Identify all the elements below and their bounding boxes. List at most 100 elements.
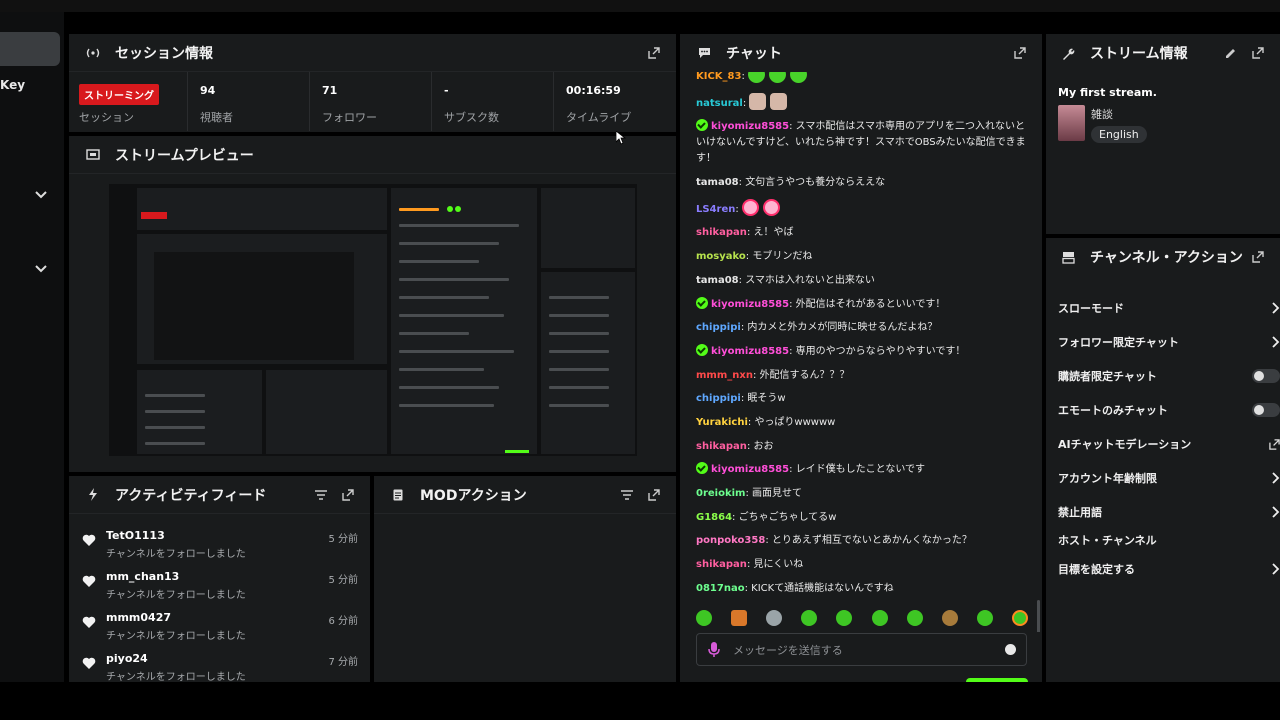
activity-feed-panel: アクティビティフィード TetO1113 チャンネルをフォローしました 5 分前…: [69, 476, 370, 683]
chat-text: スマホは入れないと出来ない: [745, 274, 875, 286]
verified-badge-icon: [696, 296, 708, 309]
emote-icon[interactable]: [1011, 610, 1028, 626]
verified-badge-icon: [696, 462, 708, 475]
filter-icon[interactable]: [314, 488, 327, 501]
toggle-switch[interactable]: [1252, 403, 1280, 417]
stream-preview-video[interactable]: [109, 184, 637, 456]
chevron-down-icon[interactable]: [34, 188, 48, 202]
channel-actions-panel: チャンネル・アクション スローモード フォロワー限定チャット 購読者限定チャット エモ…: [1046, 238, 1280, 682]
channel-action-label: スローモード: [1058, 302, 1124, 315]
channel-action-label: フォロワー限定チャット: [1058, 336, 1179, 349]
chat-message: shikapan: おお: [680, 439, 1042, 455]
stat-value: 00:16:59: [566, 84, 621, 97]
chat-username[interactable]: ponpoko358: [696, 535, 765, 546]
chat-username[interactable]: 0reiokim: [696, 488, 745, 499]
channel-action-item[interactable]: エモートのみチャット: [1058, 402, 1280, 418]
popout-icon[interactable]: [647, 46, 660, 59]
filter-icon[interactable]: [620, 488, 633, 501]
chat-username[interactable]: shikapan: [696, 441, 747, 452]
chat-message: 0reiokim: 画面見せて: [680, 486, 1042, 502]
channel-action-item[interactable]: 目標を設定する: [1058, 561, 1280, 577]
chat-message: natsural:: [680, 92, 1042, 112]
channel-action-item[interactable]: 禁止用語: [1058, 504, 1280, 520]
channel-action-item[interactable]: アカウント年齢制限: [1058, 470, 1280, 486]
stat-label: タイムライブ: [566, 111, 632, 124]
channel-action-item[interactable]: ホスト・チャンネル: [1058, 532, 1280, 548]
chat-username[interactable]: KICK_83: [696, 72, 741, 82]
emote-icon: [762, 198, 780, 216]
emote-icon[interactable]: [976, 610, 993, 626]
popout-icon[interactable]: [341, 488, 354, 501]
bolt-icon: [85, 487, 101, 503]
chat-username[interactable]: kiyomizu8585: [711, 346, 789, 357]
emote-icon[interactable]: [801, 610, 818, 626]
session-info-panel: セッション情報 ストリーミング セッション 94 視聴者 71 フォロワー - …: [69, 34, 676, 132]
chevron-right-icon[interactable]: [1270, 336, 1280, 348]
emote-icon[interactable]: [836, 610, 853, 626]
chat-username[interactable]: natsural: [696, 98, 743, 109]
language-tag: English: [1091, 126, 1147, 143]
activity-item: mm_chan13 チャンネルをフォローしました 5 分前: [69, 568, 370, 609]
popout-icon[interactable]: [647, 488, 660, 501]
chevron-right-icon[interactable]: [1270, 506, 1280, 518]
chevron-right-icon[interactable]: [1270, 563, 1280, 575]
chat-username[interactable]: G1864: [696, 512, 732, 523]
chat-text: とりあえず相互でないとあかんくなかった？: [771, 535, 972, 547]
chat-username[interactable]: chippipi: [696, 393, 741, 404]
activity-item: TetO1113 チャンネルをフォローしました 5 分前: [69, 527, 370, 568]
chat-username[interactable]: shikapan: [696, 559, 747, 570]
emote-icon[interactable]: [906, 610, 923, 626]
panel-title: セッション情報: [115, 45, 213, 62]
channel-action-item[interactable]: 購読者限定チャット: [1058, 368, 1280, 384]
chat-username[interactable]: mmm_nxn: [696, 370, 753, 381]
verified-badge-icon: [696, 343, 708, 356]
stream-preview-panel: ストリームプレビュー: [69, 136, 676, 472]
chat-username[interactable]: kiyomizu8585: [711, 464, 789, 475]
chevron-right-icon[interactable]: [1270, 472, 1280, 484]
emote-icon: [749, 92, 767, 110]
channel-action-item[interactable]: フォロワー限定チャット: [1058, 334, 1280, 350]
popout-icon[interactable]: [1251, 251, 1264, 264]
emote-icon[interactable]: [731, 610, 748, 626]
chat-scrollbar[interactable]: [1037, 600, 1040, 632]
emoji-picker-icon[interactable]: [1005, 644, 1016, 655]
chat-message-list[interactable]: KICK_83: natsural: kiyomizu8585: スマホ配信はス…: [680, 72, 1042, 632]
edit-pencil-icon[interactable]: [1224, 47, 1237, 60]
activity-text: チャンネルをフォローしました: [106, 590, 246, 601]
sidebar-active-item[interactable]: [0, 32, 60, 66]
chat-username[interactable]: kiyomizu8585: [711, 299, 789, 310]
left-sidebar: Key: [0, 12, 64, 682]
popout-icon[interactable]: [1013, 47, 1026, 60]
chat-separator: :: [735, 203, 742, 215]
channel-action-item[interactable]: スローモード: [1058, 300, 1280, 316]
emote-icon[interactable]: [696, 610, 712, 626]
chat-message: tama08: 文句言うやつも養分ならええな: [680, 175, 1042, 191]
chat-text: 専用のやつからならやりやすいです！: [795, 345, 966, 357]
stream-category[interactable]: 雑談: [1091, 106, 1113, 122]
microphone-icon[interactable]: [707, 641, 721, 658]
chat-input[interactable]: メッセージを送信する: [696, 633, 1027, 666]
channel-action-label: ホスト・チャンネル: [1058, 534, 1157, 547]
toggle-switch[interactable]: [1252, 369, 1280, 383]
chat-username[interactable]: shikapan: [696, 227, 747, 238]
emote-icon[interactable]: [871, 610, 888, 626]
external-link-icon[interactable]: [1269, 438, 1280, 450]
chat-username[interactable]: kiyomizu8585: [711, 121, 789, 132]
chat-username[interactable]: chippipi: [696, 322, 741, 333]
chat-username[interactable]: Yurakichi: [696, 417, 748, 428]
channel-action-item[interactable]: AIチャットモデレーション: [1058, 436, 1280, 452]
monitor-icon: [85, 147, 101, 163]
chat-username[interactable]: 0817nao: [696, 583, 745, 594]
emote-icon[interactable]: [941, 610, 958, 626]
chat-username[interactable]: tama08: [696, 177, 739, 188]
chat-username[interactable]: LS4ren: [696, 204, 735, 215]
popout-icon[interactable]: [1251, 47, 1264, 60]
bottom-bar: [0, 682, 1280, 720]
chat-username[interactable]: mosyako: [696, 251, 746, 262]
emote-icon[interactable]: [766, 610, 783, 626]
sidebar-key-label[interactable]: Key: [0, 78, 25, 92]
chat-username[interactable]: tama08: [696, 275, 739, 286]
stat-uptime: 00:16:59 タイムライブ: [554, 72, 676, 131]
chevron-down-icon[interactable]: [34, 262, 48, 276]
chevron-right-icon[interactable]: [1270, 302, 1280, 314]
